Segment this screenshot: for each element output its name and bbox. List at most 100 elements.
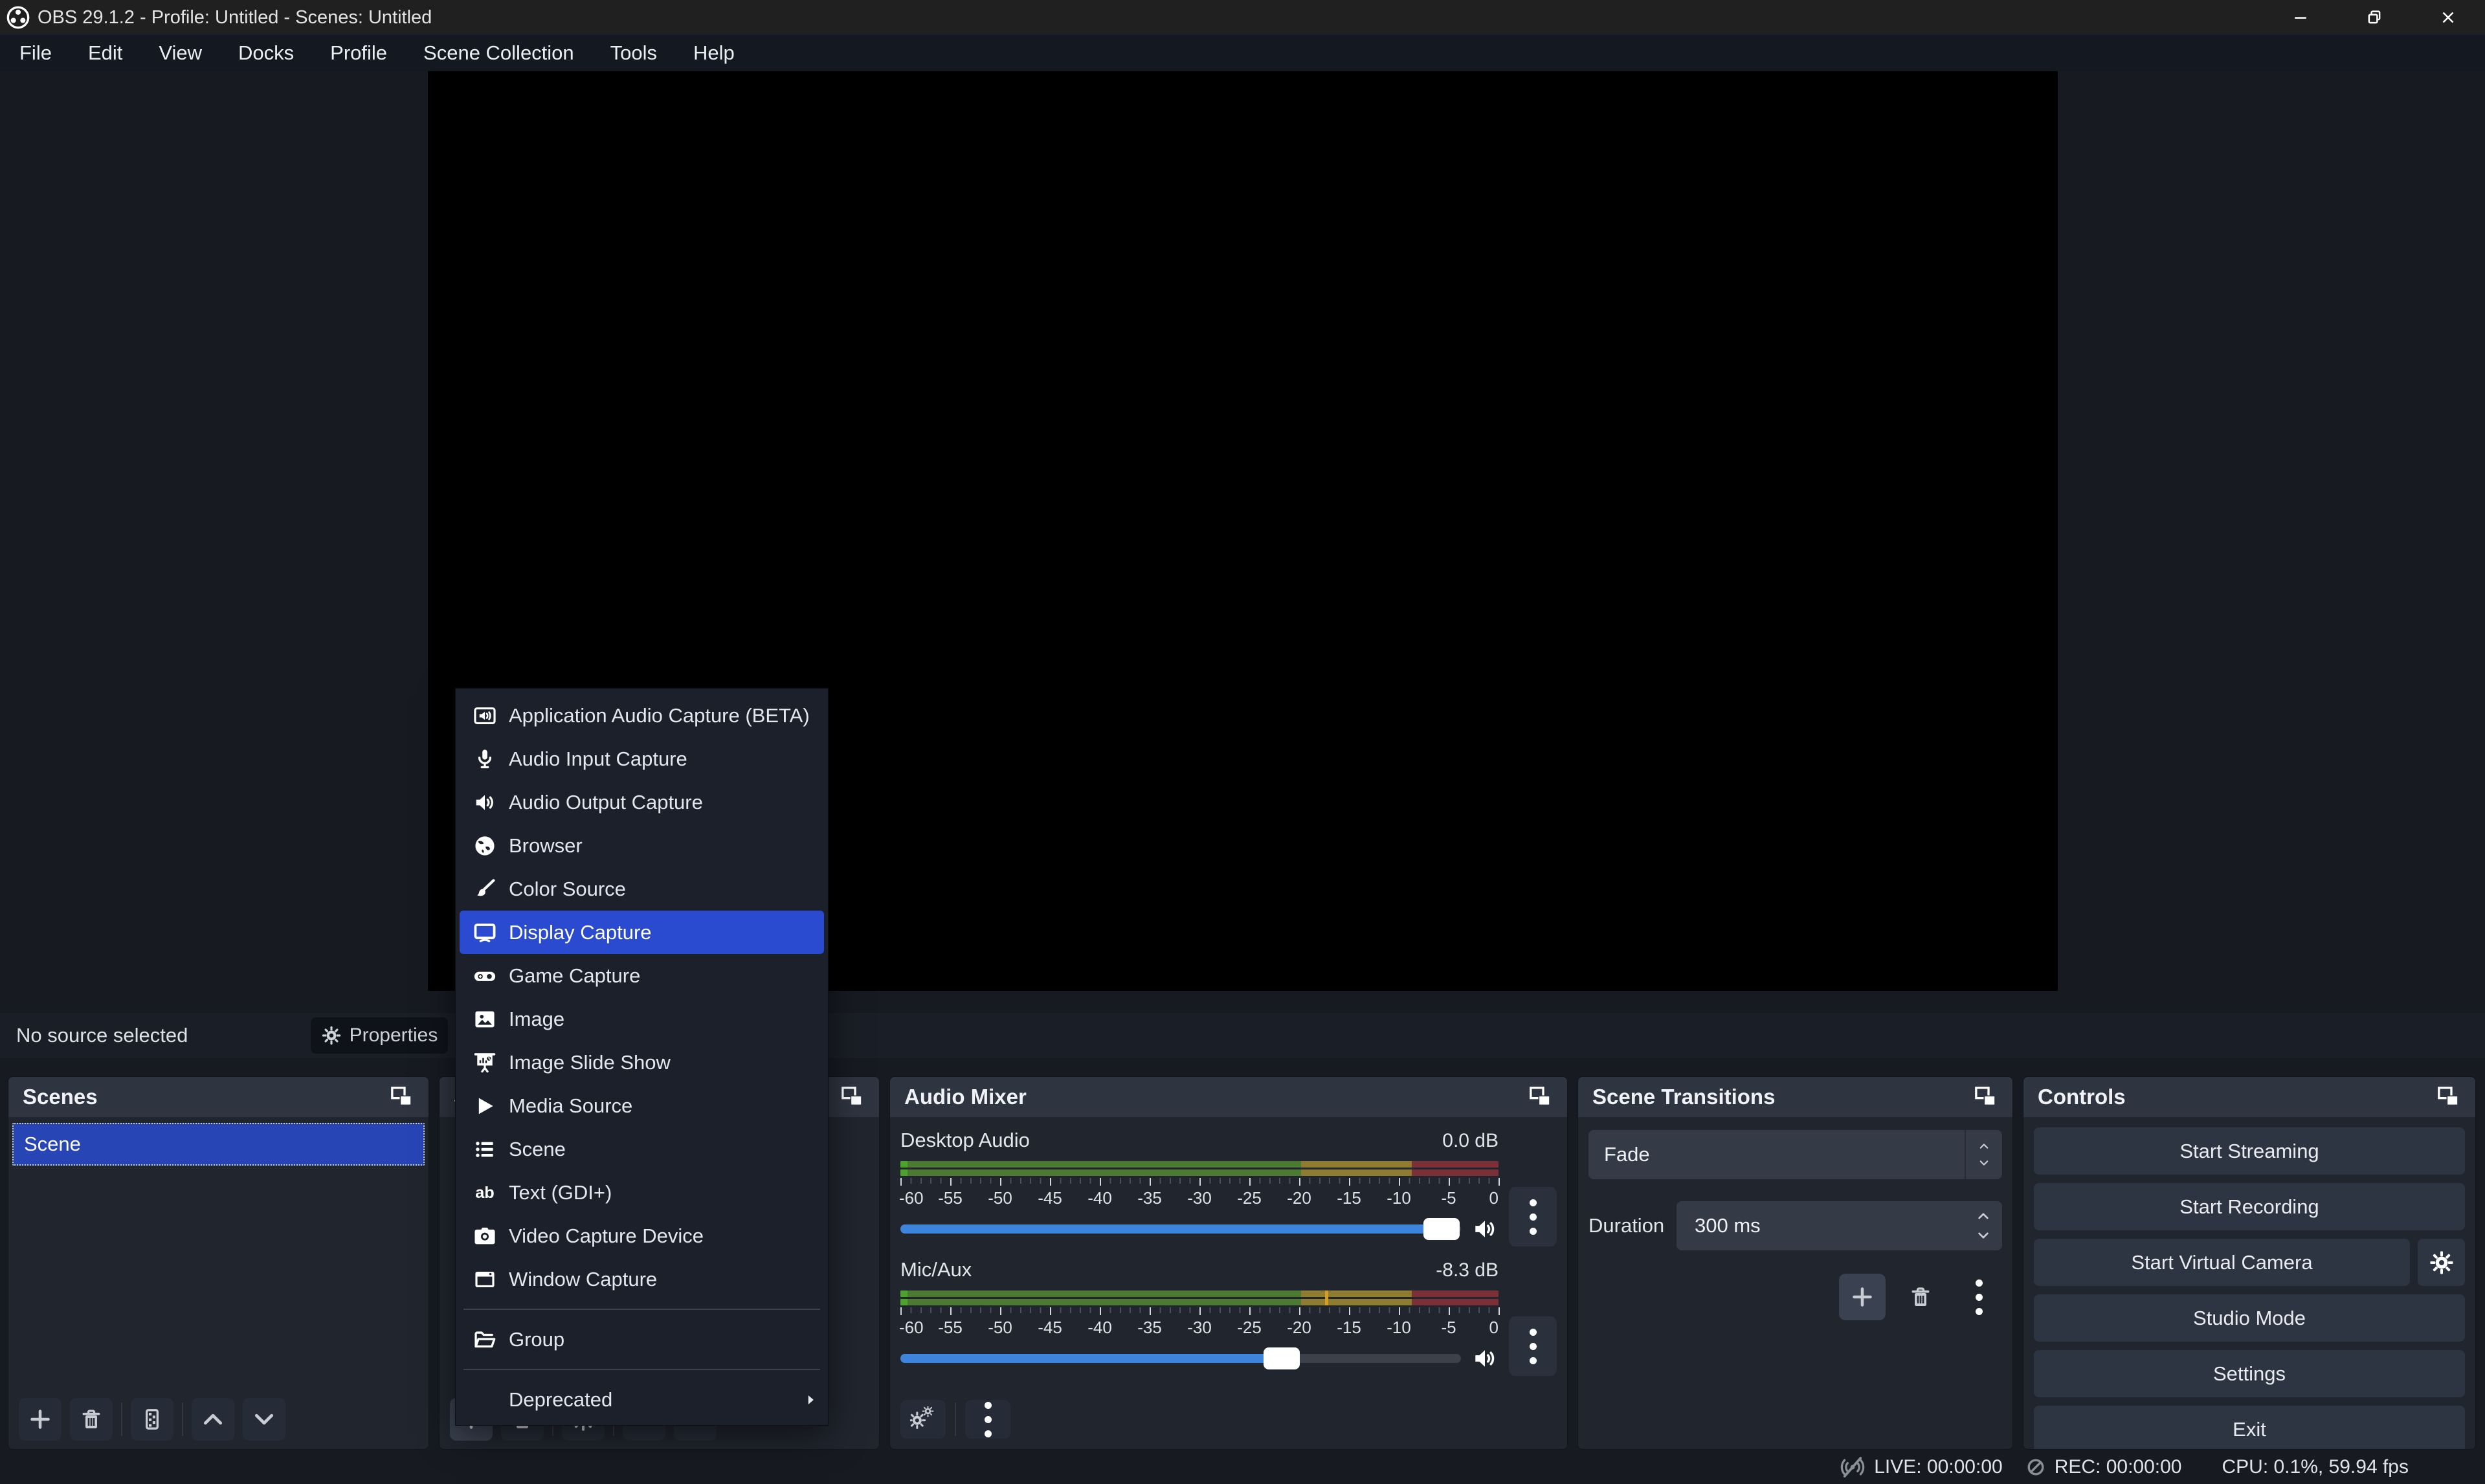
kebab-menu-icon bbox=[1530, 1199, 1537, 1235]
menu-edit[interactable]: Edit bbox=[70, 35, 140, 71]
advanced-audio-button[interactable] bbox=[900, 1400, 946, 1439]
transition-select[interactable]: Fade bbox=[1588, 1130, 2002, 1179]
menu-item-display-capture[interactable]: Display Capture bbox=[460, 911, 824, 954]
remove-transition-button[interactable] bbox=[1897, 1274, 1944, 1320]
menu-tools[interactable]: Tools bbox=[592, 35, 675, 71]
menu-item-scene[interactable]: Scene bbox=[456, 1127, 828, 1171]
transition-options-button[interactable] bbox=[1956, 1274, 2002, 1320]
menu-item-group[interactable]: Group bbox=[456, 1318, 828, 1361]
scenes-dock: Scenes Scene bbox=[8, 1076, 429, 1450]
menu-item-image-slide-show[interactable]: Image Slide Show bbox=[456, 1041, 828, 1084]
obs-logo-icon bbox=[5, 5, 31, 30]
restore-button[interactable] bbox=[2337, 0, 2411, 35]
duration-spin-arrows[interactable] bbox=[1965, 1201, 2002, 1250]
audio-mixer-body: Desktop Audio 0.0 dB -60-55-50-45-40-35-… bbox=[890, 1117, 1567, 1449]
mixer-channel-desktop-audio: Desktop Audio 0.0 dB -60-55-50-45-40-35-… bbox=[900, 1129, 1557, 1243]
exit-button[interactable]: Exit bbox=[2034, 1406, 2465, 1450]
menu-docks[interactable]: Docks bbox=[220, 35, 312, 71]
volume-slider[interactable] bbox=[900, 1347, 1461, 1370]
mute-toggle-icon[interactable] bbox=[1471, 1345, 1499, 1372]
status-bar: LIVE: 00:00:00 REC: 00:00:00 CPU: 0.1%, … bbox=[0, 1450, 2485, 1484]
scenes-title: Scenes bbox=[23, 1085, 98, 1109]
scene-filters-button[interactable] bbox=[131, 1398, 173, 1441]
menu-item-audio-output-capture[interactable]: Audio Output Capture bbox=[456, 781, 828, 824]
menu-item-game-capture[interactable]: Game Capture bbox=[456, 954, 828, 997]
menu-item-window-capture[interactable]: Window Capture bbox=[456, 1257, 828, 1301]
start-streaming-button[interactable]: Start Streaming bbox=[2034, 1127, 2465, 1175]
menu-help[interactable]: Help bbox=[675, 35, 753, 71]
restore-icon bbox=[2365, 8, 2384, 27]
menu-item-label: Display Capture bbox=[509, 921, 652, 944]
volume-slider[interactable] bbox=[900, 1217, 1461, 1241]
kebab-menu-icon bbox=[1530, 1329, 1537, 1364]
minimize-button[interactable] bbox=[2264, 0, 2337, 35]
scenes-header[interactable]: Scenes bbox=[8, 1077, 429, 1117]
studio-mode-button[interactable]: Studio Mode bbox=[2034, 1294, 2465, 1342]
menu-item-label: Image Slide Show bbox=[509, 1051, 671, 1074]
popout-icon[interactable] bbox=[2435, 1084, 2461, 1110]
menu-item-application-audio-capture[interactable]: Application Audio Capture (BETA) bbox=[456, 694, 828, 737]
double-gear-icon bbox=[910, 1406, 936, 1432]
properties-button[interactable]: Properties bbox=[311, 1017, 448, 1054]
kebab-menu-icon bbox=[1976, 1279, 1983, 1315]
scene-transitions-body: Fade Duration 300 ms bbox=[1578, 1117, 2012, 1449]
menu-item-browser[interactable]: Browser bbox=[456, 824, 828, 867]
gear-icon bbox=[2429, 1250, 2455, 1276]
channel-options-button[interactable] bbox=[1509, 1316, 1557, 1376]
broadcast-inactive-icon bbox=[1839, 1454, 1866, 1481]
mixer-options-button[interactable] bbox=[965, 1400, 1010, 1439]
menu-item-label: Scene bbox=[509, 1138, 566, 1161]
image-icon bbox=[473, 1007, 497, 1032]
popout-icon[interactable] bbox=[388, 1084, 414, 1110]
speaker-icon bbox=[473, 790, 497, 815]
title-bar[interactable]: OBS 29.1.2 - Profile: Untitled - Scenes:… bbox=[0, 0, 2485, 35]
scenes-list[interactable]: Scene bbox=[8, 1117, 429, 1390]
menu-item-color-source[interactable]: Color Source bbox=[456, 867, 828, 911]
popout-icon[interactable] bbox=[839, 1084, 865, 1110]
menu-item-label: Text (GDI+) bbox=[509, 1181, 612, 1204]
start-recording-button[interactable]: Start Recording bbox=[2034, 1183, 2465, 1230]
add-transition-button[interactable] bbox=[1839, 1274, 1886, 1320]
scene-list-item[interactable]: Scene bbox=[12, 1123, 425, 1166]
gear-icon bbox=[321, 1025, 342, 1046]
audio-mixer-header[interactable]: Audio Mixer bbox=[890, 1077, 1567, 1117]
scenes-toolbar bbox=[8, 1390, 429, 1449]
duration-spinbox[interactable]: 300 ms bbox=[1677, 1201, 2002, 1250]
toolbar-separator bbox=[121, 1402, 122, 1436]
volume-slider-handle[interactable] bbox=[1423, 1218, 1460, 1240]
menu-file[interactable]: File bbox=[1, 35, 70, 71]
start-virtual-camera-button[interactable]: Start Virtual Camera bbox=[2034, 1239, 2410, 1286]
rec-time: REC: 00:00:00 bbox=[2055, 1456, 2182, 1478]
volume-slider-handle[interactable] bbox=[1264, 1347, 1300, 1369]
menu-view[interactable]: View bbox=[140, 35, 220, 71]
menu-item-image[interactable]: Image bbox=[456, 997, 828, 1041]
menu-item-deprecated[interactable]: Deprecated bbox=[456, 1378, 828, 1421]
menu-item-media-source[interactable]: Media Source bbox=[456, 1084, 828, 1127]
virtual-camera-settings-button[interactable] bbox=[2418, 1239, 2465, 1286]
settings-button[interactable]: Settings bbox=[2034, 1350, 2465, 1397]
minimize-icon bbox=[2291, 8, 2310, 27]
menu-profile[interactable]: Profile bbox=[312, 35, 405, 71]
scene-transitions-header[interactable]: Scene Transitions bbox=[1578, 1077, 2012, 1117]
scene-item-label: Scene bbox=[24, 1133, 81, 1156]
menu-scene-collection[interactable]: Scene Collection bbox=[405, 35, 592, 71]
add-scene-button[interactable] bbox=[19, 1398, 61, 1441]
popout-icon[interactable] bbox=[1527, 1084, 1553, 1110]
move-scene-down-button[interactable] bbox=[243, 1398, 285, 1441]
mixer-toolbar bbox=[890, 1390, 1567, 1449]
close-button[interactable] bbox=[2411, 0, 2485, 35]
remove-scene-button[interactable] bbox=[70, 1398, 113, 1441]
menu-item-audio-input-capture[interactable]: Audio Input Capture bbox=[456, 737, 828, 781]
mute-toggle-icon[interactable] bbox=[1471, 1215, 1499, 1243]
transition-select-arrows[interactable] bbox=[1965, 1130, 2002, 1179]
menu-item-text-gdi[interactable]: ab Text (GDI+) bbox=[456, 1171, 828, 1214]
move-scene-up-button[interactable] bbox=[192, 1398, 234, 1441]
camera-icon bbox=[473, 1224, 497, 1248]
menu-item-label: Window Capture bbox=[509, 1268, 657, 1291]
menu-item-video-capture-device[interactable]: Video Capture Device bbox=[456, 1214, 828, 1257]
popout-icon[interactable] bbox=[1972, 1084, 1998, 1110]
record-inactive-icon bbox=[2025, 1456, 2047, 1478]
channel-options-button[interactable] bbox=[1509, 1187, 1557, 1246]
menu-item-label: Color Source bbox=[509, 878, 626, 901]
controls-header[interactable]: Controls bbox=[2023, 1077, 2475, 1117]
